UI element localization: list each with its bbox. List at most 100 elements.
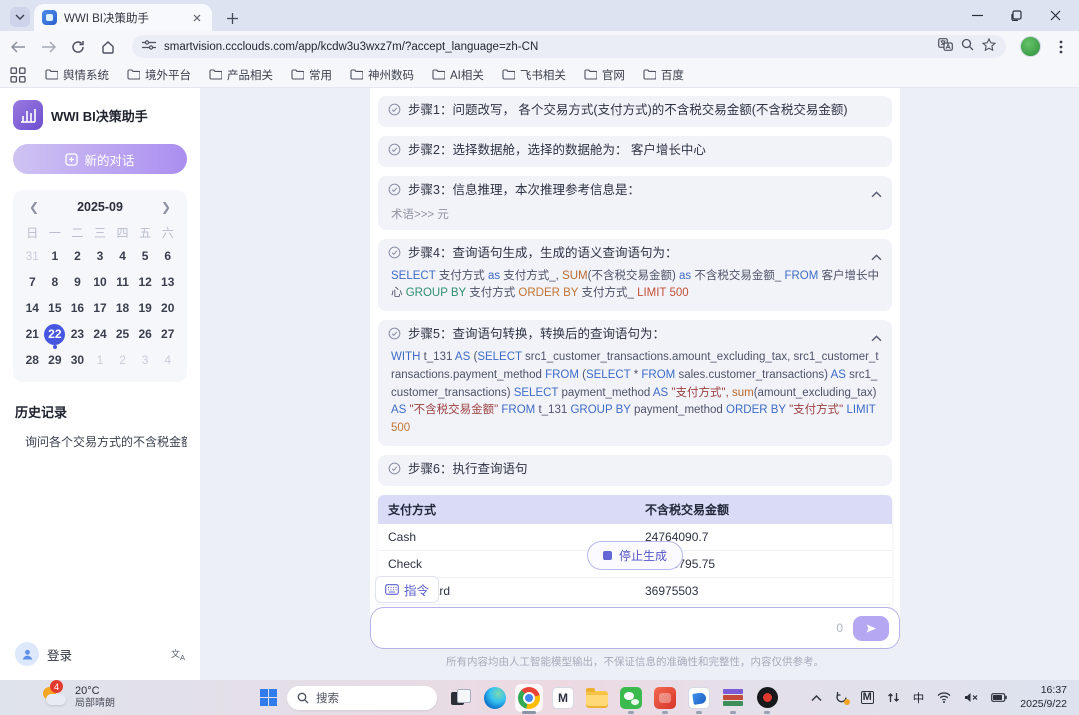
bookmark-folder[interactable]: 舆情系统 (38, 65, 116, 85)
calendar-day[interactable]: 2 (66, 244, 89, 268)
calendar-day-selected[interactable]: 22 (44, 322, 67, 346)
file-explorer-icon[interactable] (583, 684, 611, 712)
recorder-icon[interactable] (753, 684, 781, 712)
calendar-prev-icon[interactable]: ❮ (27, 200, 41, 214)
history-item[interactable]: 询问各个交易方式的不含税金额 (13, 433, 187, 450)
calendar-day[interactable]: 26 (134, 322, 157, 346)
chat-input-box[interactable]: 0 (370, 607, 900, 649)
close-window-icon[interactable] (1050, 10, 1061, 21)
calendar-day[interactable]: 12 (134, 270, 157, 294)
wifi-icon[interactable] (937, 692, 951, 703)
table-row[interactable]: Credit-Card36975503 (378, 577, 892, 604)
calendar-day[interactable]: 3 (89, 244, 112, 268)
tray-sync-icon[interactable] (835, 691, 848, 704)
calendar-day[interactable]: 19 (134, 296, 157, 320)
calendar-day[interactable]: 25 (111, 322, 134, 346)
stop-generating-button[interactable]: 停止生成 (587, 541, 683, 570)
chrome-icon[interactable] (515, 684, 543, 712)
collapse-chevron-icon[interactable] (871, 248, 882, 266)
calendar-day[interactable]: 2 (111, 348, 134, 372)
calendar-day[interactable]: 30 (66, 348, 89, 372)
calendar-day[interactable]: 3 (134, 348, 157, 372)
taskbar-clock[interactable]: 16:37 2025/9/22 (1020, 684, 1067, 710)
calendar-day[interactable]: 14 (21, 296, 44, 320)
back-icon[interactable] (8, 37, 28, 57)
collapse-chevron-icon[interactable] (871, 185, 882, 203)
site-settings-icon[interactable] (142, 38, 156, 56)
battery-icon[interactable] (991, 693, 1007, 702)
bookmark-folder[interactable]: 产品相关 (202, 65, 280, 85)
calendar-next-icon[interactable]: ❯ (159, 200, 173, 214)
url-text[interactable]: smartvision.ccclouds.com/app/kcdw3u3wxz7… (164, 41, 930, 53)
ime-indicator[interactable]: 中 (913, 690, 925, 706)
bookmark-folder[interactable]: 常用 (284, 65, 339, 85)
url-bar[interactable]: smartvision.ccclouds.com/app/kcdw3u3wxz7… (132, 35, 1006, 58)
taskbar-weather-widget[interactable]: 4 20°C 局部晴朗 (0, 685, 260, 709)
calendar-day[interactable]: 15 (44, 296, 67, 320)
calendar-day[interactable]: 6 (156, 244, 179, 268)
tray-m-icon[interactable]: M (861, 691, 874, 704)
bookmark-folder[interactable]: 境外平台 (120, 65, 198, 85)
calendar-day[interactable]: 1 (89, 348, 112, 372)
calendar-day[interactable]: 1 (44, 244, 67, 268)
calendar-day[interactable]: 18 (111, 296, 134, 320)
kebab-menu-icon[interactable] (1051, 37, 1071, 57)
calendar-day[interactable]: 31 (21, 244, 44, 268)
bookmark-star-icon[interactable] (982, 38, 996, 56)
calendar-day[interactable]: 11 (111, 270, 134, 294)
blue-app-icon[interactable] (685, 684, 713, 712)
red-app-icon[interactable] (651, 684, 679, 712)
calendar-day[interactable]: 20 (156, 296, 179, 320)
forward-icon[interactable] (38, 37, 58, 57)
bookmark-folder[interactable]: 神州数码 (343, 65, 421, 85)
calendar-day[interactable]: 27 (156, 322, 179, 346)
calendar-day[interactable]: 4 (156, 348, 179, 372)
wechat-icon[interactable] (617, 684, 645, 712)
minimize-icon[interactable] (972, 10, 983, 21)
translate-icon[interactable] (938, 38, 953, 56)
calendar-day[interactable]: 7 (21, 270, 44, 294)
send-button[interactable] (853, 616, 889, 641)
volume-muted-icon[interactable] (964, 692, 978, 703)
windows-start-icon[interactable] (260, 689, 277, 706)
calendar-day[interactable]: 24 (89, 322, 112, 346)
maximize-icon[interactable] (1011, 10, 1022, 21)
calendar-day[interactable]: 28 (21, 348, 44, 372)
calendar-day[interactable]: 10 (89, 270, 112, 294)
calendar-day[interactable]: 13 (156, 270, 179, 294)
bookmark-folder[interactable]: 百度 (636, 65, 691, 85)
m-app-icon[interactable] (549, 684, 577, 712)
calendar-day[interactable]: 16 (66, 296, 89, 320)
task-view-icon[interactable] (447, 684, 475, 712)
tab-search-chevron-icon[interactable] (10, 7, 30, 27)
language-switch-icon[interactable]: 文A (171, 647, 185, 662)
calendar-day[interactable]: 8 (44, 270, 67, 294)
new-chat-button[interactable]: 新的对话 (13, 144, 187, 174)
reload-icon[interactable] (68, 37, 88, 57)
calendar-day[interactable]: 29 (44, 348, 67, 372)
collapse-chevron-icon[interactable] (871, 329, 882, 347)
chat-input[interactable] (385, 608, 826, 648)
taskbar-search[interactable]: 搜索 (287, 686, 437, 710)
calendar-day[interactable]: 9 (66, 270, 89, 294)
edge-icon[interactable] (481, 684, 509, 712)
calendar-day[interactable]: 4 (111, 244, 134, 268)
bookmark-folder[interactable]: 官网 (577, 65, 632, 85)
bookmark-folder[interactable]: 飞书相关 (495, 65, 573, 85)
browser-tab[interactable]: WWI BI决策助手 (34, 4, 212, 31)
winrar-icon[interactable] (719, 684, 747, 712)
new-tab-icon[interactable] (222, 8, 242, 28)
command-button[interactable]: 指令 (375, 576, 439, 603)
tray-expand-chevron-icon[interactable] (811, 695, 822, 701)
tab-close-icon[interactable] (190, 11, 204, 25)
apps-grid-icon[interactable] (10, 67, 26, 83)
tray-network-arrows-icon[interactable] (887, 692, 900, 703)
calendar-day[interactable]: 17 (89, 296, 112, 320)
home-icon[interactable] (98, 37, 118, 57)
profile-avatar[interactable] (1020, 36, 1041, 57)
calendar-day[interactable]: 23 (66, 322, 89, 346)
calendar-day[interactable]: 21 (21, 322, 44, 346)
zoom-search-icon[interactable] (961, 38, 974, 56)
login-button[interactable]: 登录 (47, 645, 163, 664)
calendar-day[interactable]: 5 (134, 244, 157, 268)
